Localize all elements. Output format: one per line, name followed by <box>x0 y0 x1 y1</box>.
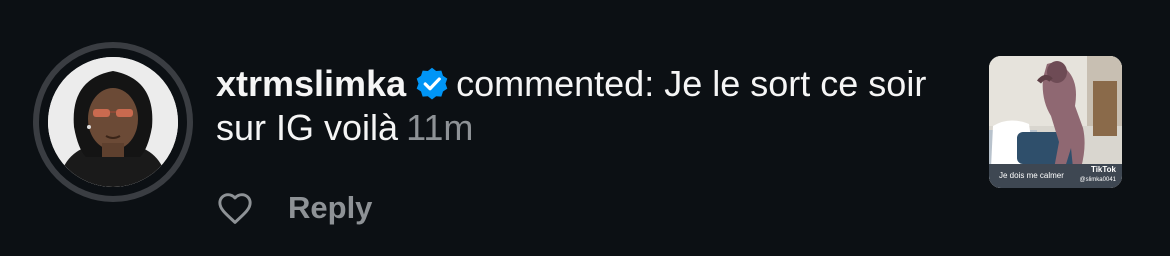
thumbnail-caption: Je dois me calmer <box>999 171 1064 180</box>
username-link[interactable]: xtrmslimka <box>216 63 406 104</box>
heart-outline-icon <box>218 193 252 224</box>
timestamp: 11m <box>406 107 474 148</box>
verified-badge-icon <box>414 66 450 102</box>
comment-action-label: commented: <box>456 63 655 104</box>
avatar-story-ring[interactable] <box>33 42 193 202</box>
post-thumbnail[interactable]: Je dois me calmer TikTok @slimka0041 <box>989 56 1122 188</box>
thumbnail-handle: @slimka0041 <box>1079 177 1116 183</box>
comment-actions: Reply <box>216 186 372 230</box>
like-button[interactable] <box>216 191 254 225</box>
avatar[interactable] <box>48 57 178 187</box>
tiktok-logo: TikTok <box>1090 165 1116 174</box>
reply-button[interactable]: Reply <box>288 190 372 226</box>
comment-text-block: xtrmslimka commented: Je le sort ce soir … <box>216 62 956 150</box>
